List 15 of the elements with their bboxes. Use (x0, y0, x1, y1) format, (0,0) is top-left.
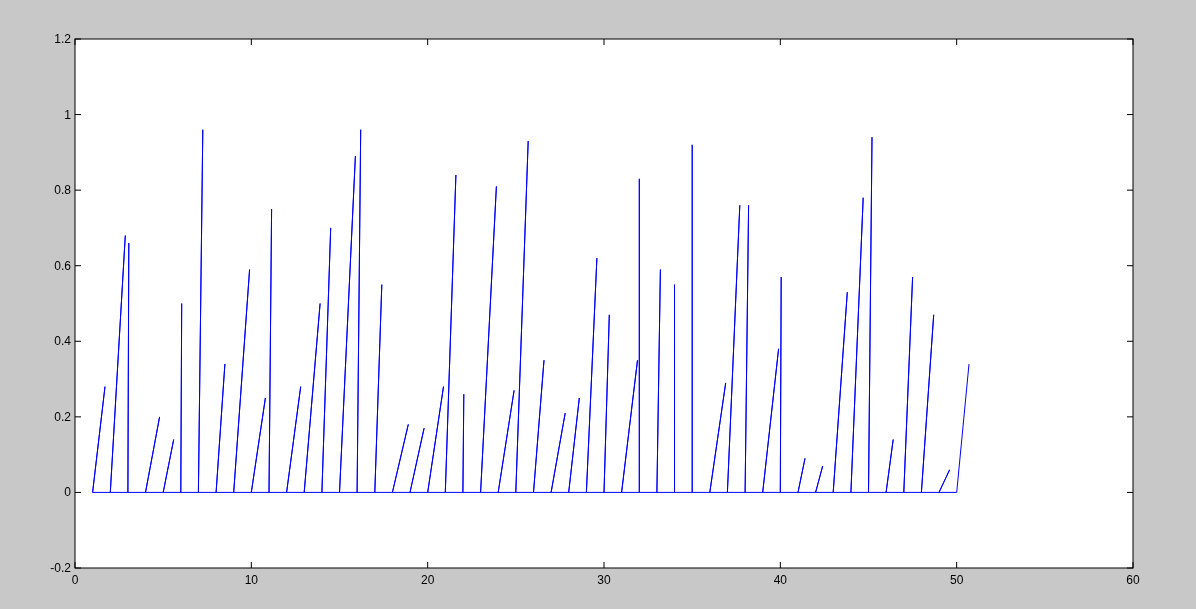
y-tick-label: 1 (64, 107, 71, 122)
y-tick-label: 0 (64, 485, 71, 500)
x-tick-label: 30 (597, 573, 611, 587)
y-tick-label: -0.2 (50, 561, 71, 575)
x-tick-label: 10 (244, 573, 258, 587)
x-tick-label: 20 (421, 573, 435, 587)
x-tick-label: 40 (773, 573, 787, 587)
x-tick-label: 0 (71, 573, 79, 587)
y-tick-label: 1.2 (54, 32, 71, 46)
y-tick-label: 0.2 (54, 409, 71, 424)
x-tick-label: 50 (950, 573, 964, 587)
y-tick-label: 0.6 (54, 258, 71, 273)
x-tick-label: 60 (1126, 573, 1140, 587)
y-tick-label: 0.4 (54, 334, 71, 349)
y-tick-label: 0.8 (54, 183, 71, 198)
